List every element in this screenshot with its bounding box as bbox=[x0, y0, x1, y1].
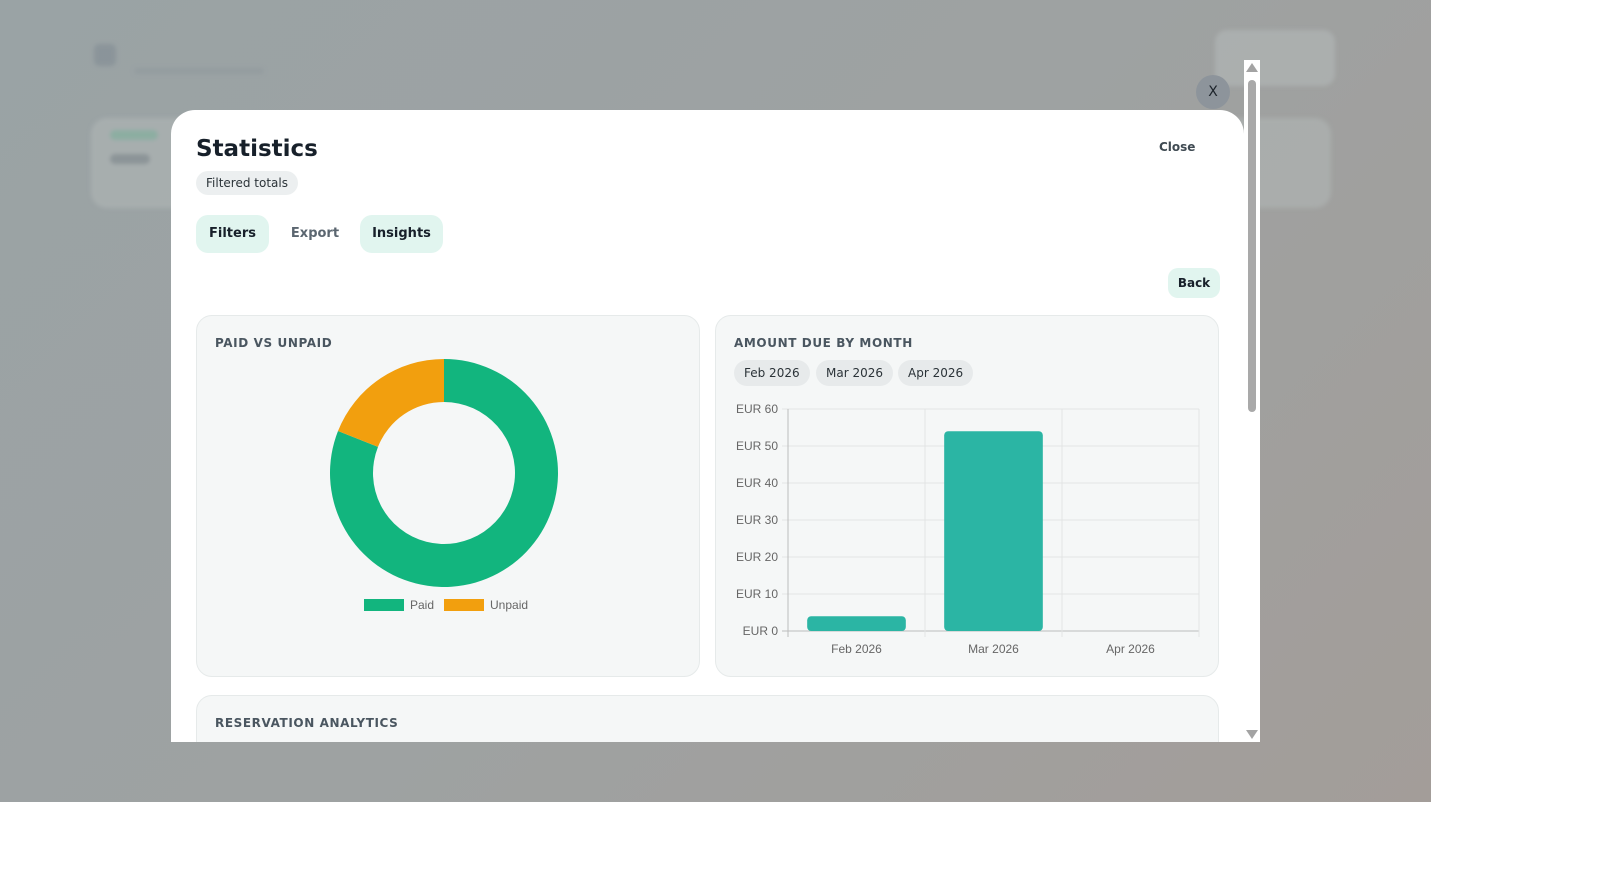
y-tick-label: EUR 0 bbox=[743, 624, 779, 638]
x-tick-label: Apr 2026 bbox=[1106, 642, 1155, 656]
month-chip-feb[interactable]: Feb 2026 bbox=[734, 360, 810, 386]
amount-due-card: AMOUNT DUE BY MONTH Feb 2026 Mar 2026 Ap… bbox=[715, 315, 1219, 677]
tab-export[interactable]: Export bbox=[277, 215, 353, 253]
paid-vs-unpaid-label: PAID VS UNPAID bbox=[215, 336, 333, 350]
background-subtitle bbox=[134, 68, 264, 74]
dismiss-x-button[interactable]: X bbox=[1196, 75, 1230, 109]
y-tick-label: EUR 40 bbox=[736, 476, 778, 490]
scroll-down-arrow-icon[interactable] bbox=[1246, 730, 1258, 739]
legend-label-paid: Paid bbox=[410, 598, 434, 612]
background-line bbox=[110, 154, 150, 164]
y-tick-label: EUR 50 bbox=[736, 439, 778, 453]
scrollbar-thumb[interactable] bbox=[1248, 80, 1256, 412]
reservation-analytics-label: RESERVATION ANALYTICS bbox=[215, 716, 399, 730]
background-button bbox=[1215, 30, 1335, 86]
tab-filters[interactable]: Filters bbox=[196, 215, 269, 253]
donut-slice-unpaid[interactable] bbox=[338, 359, 444, 447]
x-tick-label: Feb 2026 bbox=[831, 642, 882, 656]
statistics-modal: Statistics Filtered totals Close Filters… bbox=[171, 110, 1244, 742]
close-link[interactable]: Close bbox=[1159, 140, 1195, 154]
y-tick-label: EUR 30 bbox=[736, 513, 778, 527]
scroll-up-arrow-icon[interactable] bbox=[1246, 63, 1258, 72]
legend-swatch-unpaid bbox=[444, 599, 484, 611]
paid-unpaid-donut-chart: Paid Unpaid bbox=[330, 359, 558, 612]
modal-title: Statistics bbox=[196, 136, 318, 162]
bar-feb-2026[interactable] bbox=[807, 616, 906, 631]
x-tick-label: Mar 2026 bbox=[968, 642, 1019, 656]
filtered-totals-badge: Filtered totals bbox=[196, 171, 298, 195]
paid-vs-unpaid-card: PAID VS UNPAID Paid Unpaid bbox=[196, 315, 700, 677]
amount-due-label: AMOUNT DUE BY MONTH bbox=[734, 336, 913, 350]
legend-label-unpaid: Unpaid bbox=[490, 598, 528, 612]
bar-mar-2026[interactable] bbox=[944, 431, 1043, 631]
y-tick-label: EUR 20 bbox=[736, 550, 778, 564]
tab-insights[interactable]: Insights bbox=[360, 215, 443, 253]
back-button[interactable]: Back bbox=[1168, 268, 1220, 298]
month-chip-mar[interactable]: Mar 2026 bbox=[816, 360, 893, 386]
background-chip bbox=[110, 130, 158, 140]
legend-swatch-paid bbox=[364, 599, 404, 611]
background-logo bbox=[94, 44, 116, 66]
month-chip-apr[interactable]: Apr 2026 bbox=[898, 360, 974, 386]
reservation-analytics-card: RESERVATION ANALYTICS bbox=[196, 695, 1219, 742]
y-tick-label: EUR 10 bbox=[736, 587, 778, 601]
y-tick-label: EUR 60 bbox=[736, 402, 778, 416]
